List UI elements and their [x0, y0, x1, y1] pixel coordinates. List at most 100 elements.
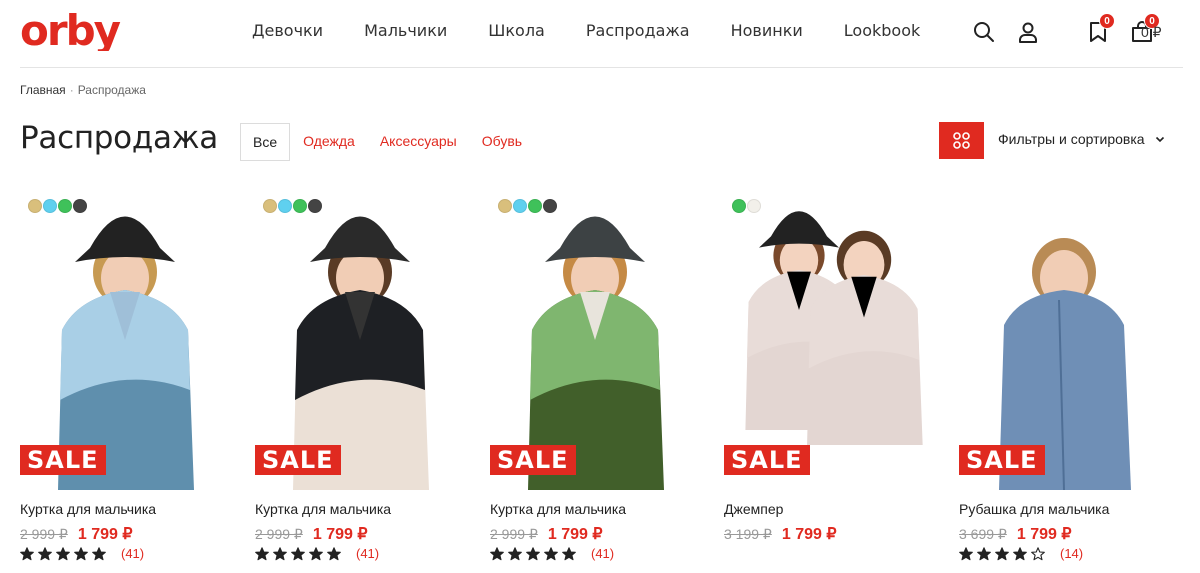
- sale-badge: SALE: [490, 445, 576, 475]
- star-filled-icon: [562, 546, 576, 560]
- tab-clothes[interactable]: Одежда: [291, 123, 367, 161]
- product-rating: (41): [255, 546, 379, 561]
- sale-badge: SALE: [959, 445, 1045, 475]
- nav-girls[interactable]: Девочки: [252, 20, 323, 42]
- old-price: 3 699 ₽: [959, 526, 1007, 542]
- product-rating: (41): [490, 546, 614, 561]
- star-filled-icon: [273, 546, 287, 560]
- star-filled-icon: [508, 546, 522, 560]
- category-tabs: Все Одежда Аксессуары Обувь: [240, 123, 535, 161]
- star-filled-icon: [74, 546, 88, 560]
- color-swatch[interactable]: [308, 199, 322, 213]
- color-swatch[interactable]: [732, 199, 746, 213]
- rating-stars: [959, 546, 1049, 561]
- sale-badge: SALE: [255, 445, 341, 475]
- star-filled-icon: [959, 546, 973, 560]
- product-rating: (41): [20, 546, 144, 561]
- tab-all[interactable]: Все: [240, 123, 291, 161]
- product-card[interactable]: SALE Джемпер 3 199 ₽ 1 799 ₽: [724, 190, 934, 573]
- filters-sort-button[interactable]: Фильтры и сортировка: [998, 131, 1165, 147]
- star-filled-icon: [526, 546, 540, 560]
- sale-price: 1 799 ₽: [1016, 526, 1072, 543]
- product-name[interactable]: Джемпер: [724, 501, 783, 517]
- cart-total[interactable]: 0 ₽: [1141, 24, 1162, 41]
- color-swatch[interactable]: [528, 199, 542, 213]
- product-prices: 2 999 ₽ 1 799 ₽: [490, 524, 603, 544]
- product-name[interactable]: Куртка для мальчика: [490, 501, 626, 517]
- old-price: 2 999 ₽: [255, 526, 303, 542]
- product-card[interactable]: SALE Куртка для мальчика 2 999 ₽ 1 799 ₽…: [20, 190, 230, 573]
- product-rating: (14): [959, 546, 1083, 561]
- color-swatches: [28, 199, 88, 213]
- tab-accessories[interactable]: Аксессуары: [368, 123, 469, 161]
- nav-school[interactable]: Школа: [488, 20, 545, 42]
- user-icon[interactable]: [1016, 20, 1040, 44]
- product-prices: 3 199 ₽ 1 799 ₽: [724, 524, 837, 544]
- product-prices: 2 999 ₽ 1 799 ₽: [255, 524, 368, 544]
- nav-boys[interactable]: Мальчики: [364, 20, 447, 42]
- old-price: 2 999 ₽: [20, 526, 68, 542]
- site-header: orby Девочки Мальчики Школа Распродажа Н…: [20, 0, 1183, 68]
- grid-icon: [953, 132, 970, 149]
- star-filled-icon: [56, 546, 70, 560]
- old-price: 3 199 ₽: [724, 526, 772, 542]
- color-swatches: [498, 199, 558, 213]
- color-swatch[interactable]: [498, 199, 512, 213]
- sale-price: 1 799 ₽: [547, 526, 603, 543]
- rating-stars: [490, 546, 580, 561]
- breadcrumb-current: Распродажа: [77, 83, 146, 97]
- tab-shoes[interactable]: Обувь: [470, 123, 534, 161]
- product-name[interactable]: Куртка для мальчика: [255, 501, 391, 517]
- nav-sale[interactable]: Распродажа: [586, 20, 690, 42]
- color-swatch[interactable]: [747, 199, 761, 213]
- old-price: 2 999 ₽: [490, 526, 538, 542]
- chevron-down-icon: [1155, 136, 1164, 143]
- product-card[interactable]: SALE Рубашка для мальчика 3 699 ₽ 1 799 …: [959, 190, 1169, 573]
- breadcrumb-separator: ·: [69, 83, 74, 97]
- review-count[interactable]: (41): [121, 546, 144, 561]
- product-prices: 3 699 ₽ 1 799 ₽: [959, 524, 1072, 544]
- sale-price: 1 799 ₽: [77, 526, 133, 543]
- svg-text:orby: orby: [20, 9, 121, 51]
- color-swatch[interactable]: [43, 199, 57, 213]
- color-swatch[interactable]: [293, 199, 307, 213]
- star-filled-icon: [92, 546, 106, 560]
- color-swatch[interactable]: [263, 199, 277, 213]
- product-grid: SALE Куртка для мальчика 2 999 ₽ 1 799 ₽…: [20, 190, 1200, 573]
- review-count[interactable]: (41): [591, 546, 614, 561]
- star-filled-icon: [20, 546, 34, 560]
- product-name[interactable]: Куртка для мальчика: [20, 501, 156, 517]
- star-filled-icon: [1013, 546, 1027, 560]
- star-filled-icon: [995, 546, 1009, 560]
- color-swatch[interactable]: [58, 199, 72, 213]
- grid-view-button[interactable]: [939, 122, 984, 159]
- product-name[interactable]: Рубашка для мальчика: [959, 501, 1109, 517]
- star-empty-icon: [1031, 546, 1045, 560]
- product-card[interactable]: SALE Куртка для мальчика 2 999 ₽ 1 799 ₽…: [490, 190, 700, 573]
- orby-logo[interactable]: orby: [20, 9, 150, 51]
- nav-new[interactable]: Новинки: [731, 20, 803, 42]
- search-icon[interactable]: [972, 20, 996, 44]
- favorites-count-badge: 0: [1099, 13, 1115, 29]
- star-filled-icon: [977, 546, 991, 560]
- star-filled-icon: [255, 546, 269, 560]
- breadcrumb-home[interactable]: Главная: [20, 83, 66, 97]
- color-swatches: [263, 199, 323, 213]
- review-count[interactable]: (41): [356, 546, 379, 561]
- sale-badge: SALE: [724, 445, 810, 475]
- product-prices: 2 999 ₽ 1 799 ₽: [20, 524, 133, 544]
- nav-lookbook[interactable]: Lookbook: [844, 20, 920, 42]
- color-swatch[interactable]: [73, 199, 87, 213]
- color-swatch[interactable]: [278, 199, 292, 213]
- review-count[interactable]: (14): [1060, 546, 1083, 561]
- product-card[interactable]: SALE Куртка для мальчика 2 999 ₽ 1 799 ₽…: [255, 190, 465, 573]
- star-filled-icon: [309, 546, 323, 560]
- star-filled-icon: [291, 546, 305, 560]
- star-filled-icon: [327, 546, 341, 560]
- rating-stars: [20, 546, 110, 561]
- color-swatch[interactable]: [513, 199, 527, 213]
- sale-price: 1 799 ₽: [312, 526, 368, 543]
- color-swatch[interactable]: [28, 199, 42, 213]
- sale-badge: SALE: [20, 445, 106, 475]
- color-swatch[interactable]: [543, 199, 557, 213]
